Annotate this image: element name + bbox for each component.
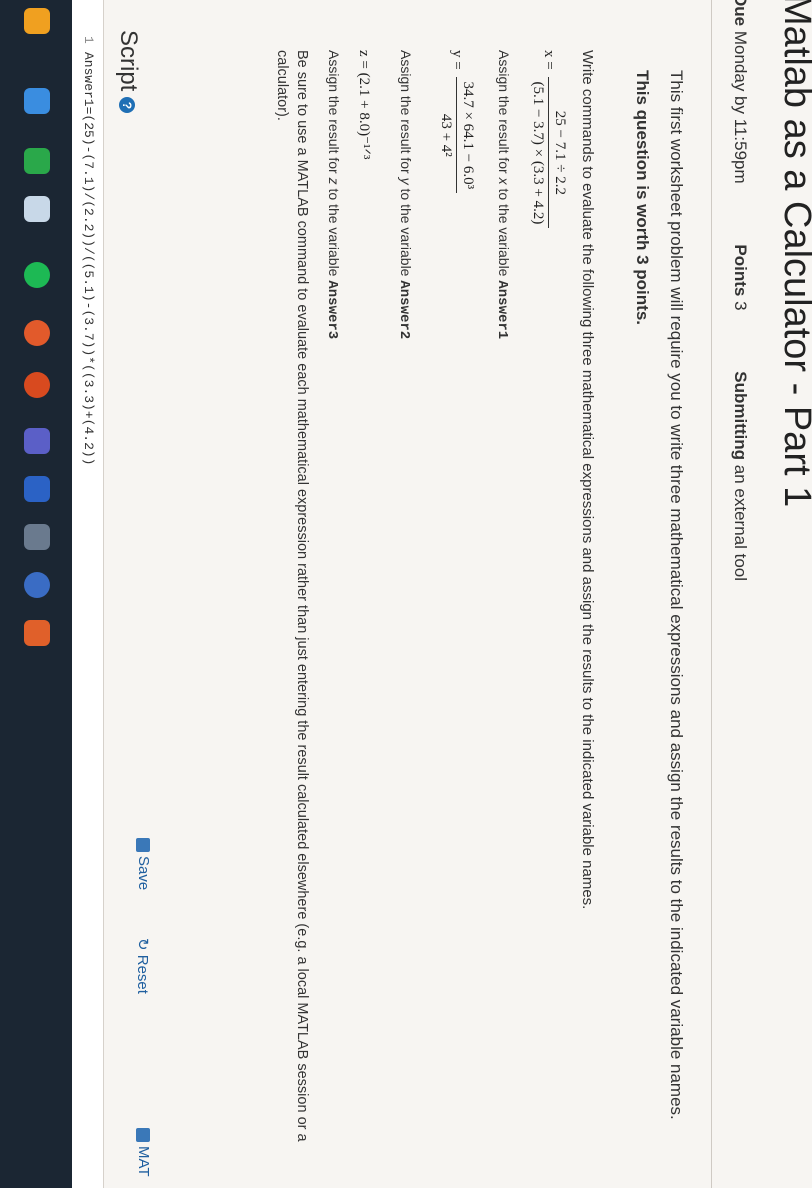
matlab-docs-label: MAT bbox=[135, 1146, 152, 1177]
assign-y-prefix: Assign the result for bbox=[398, 50, 414, 174]
due-info: Due Monday by 11:59pm bbox=[731, 0, 750, 212]
word-icon[interactable] bbox=[24, 476, 50, 502]
code-editor[interactable]: 1 Answer1=(25)-(7.1)/(2.2))/((5.1)-(3.7)… bbox=[71, 0, 104, 1188]
app-icon[interactable] bbox=[24, 620, 50, 646]
expression-x-fraction: 25 − 7.1 ÷ 2.2 (5.1 − 3.7) × (3.3 + 4.2) bbox=[529, 77, 568, 229]
intro-text: This first worksheet problem will requir… bbox=[667, 70, 686, 1120]
points-worth-text: This question is worth 3 points. bbox=[633, 70, 652, 326]
assign-x-target: Answer1 bbox=[494, 280, 510, 340]
expression-y-fraction: 34.7 × 64.1 − 6.0³ 43 + 4² bbox=[437, 77, 476, 194]
matlab-icon bbox=[135, 1128, 150, 1142]
chat-icon[interactable] bbox=[24, 148, 50, 174]
assignment-meta: Due Monday by 11:59pm Points 3 Submittin… bbox=[730, 0, 750, 637]
assign-z-var: z bbox=[326, 177, 342, 185]
expression-y: y = 34.7 × 64.1 − 6.0³ 43 + 4² bbox=[437, 50, 476, 194]
submitting-label: Submitting bbox=[731, 371, 750, 461]
save-button[interactable]: Save bbox=[135, 838, 152, 890]
due-label: Due bbox=[731, 0, 750, 27]
matlab-docs-button[interactable]: MAT bbox=[135, 1128, 152, 1177]
expression-x: x = 25 − 7.1 ÷ 2.2 (5.1 − 3.7) × (3.3 + … bbox=[529, 50, 568, 229]
assign-y-text: Assign the result for y to the variable … bbox=[396, 50, 414, 339]
points-info: Points 3 bbox=[731, 244, 750, 338]
app-icon[interactable] bbox=[24, 88, 50, 114]
divider bbox=[711, 0, 712, 1188]
assign-x-mid: to the variable bbox=[496, 188, 512, 277]
code-line[interactable]: Answer1=(25)-(7.1)/(2.2))/((5.1)-(3.7))*… bbox=[81, 52, 96, 465]
settings-icon[interactable] bbox=[24, 372, 50, 398]
save-label: Save bbox=[135, 856, 152, 891]
reset-icon: ↻ bbox=[134, 938, 151, 955]
assignment-page: Matlab as a Calculator - Part 1 Due Mond… bbox=[0, 0, 812, 1188]
assign-x-text: Assign the result for x to the variable … bbox=[494, 50, 512, 339]
expression-z: z = (2.1 + 8.0)⁻¹ᐟ³ bbox=[356, 50, 372, 160]
instructions-text: Write commands to evaluate the following… bbox=[579, 50, 596, 910]
submitting-value: an external tool bbox=[731, 464, 750, 582]
assign-y-mid: to the variable bbox=[398, 188, 414, 277]
submitting-info: Submitting an external tool bbox=[731, 371, 750, 609]
taskbar bbox=[0, 0, 72, 1188]
script-label: Script bbox=[115, 30, 142, 92]
assign-x-var: x bbox=[496, 177, 512, 185]
note-text: Be sure to use a MATLAB command to evalu… bbox=[274, 50, 310, 1142]
assign-z-mid: to the variable bbox=[326, 188, 342, 277]
points-label: Points bbox=[731, 244, 750, 297]
expression-y-lhs: y = bbox=[449, 50, 466, 70]
spotify-icon[interactable] bbox=[24, 262, 50, 288]
line-number: 1 bbox=[81, 36, 96, 44]
due-value: Monday by 11:59pm bbox=[731, 30, 750, 184]
reset-label: Reset bbox=[134, 954, 151, 994]
expression-x-denominator: (5.1 − 3.7) × (3.3 + 4.2) bbox=[530, 81, 546, 225]
chrome-icon[interactable] bbox=[24, 320, 50, 346]
script-heading: Script? bbox=[114, 30, 142, 114]
expression-y-numerator: 34.7 × 64.1 − 6.0³ bbox=[456, 77, 476, 194]
expression-y-denominator: 43 + 4² bbox=[438, 113, 454, 157]
assign-y-target: Answer2 bbox=[396, 280, 412, 340]
store-icon[interactable] bbox=[24, 572, 50, 598]
teams-icon[interactable] bbox=[24, 428, 50, 454]
screen: Matlab as a Calculator - Part 1 Due Mond… bbox=[0, 0, 812, 1188]
file-icon[interactable] bbox=[24, 8, 50, 34]
browser-icon[interactable] bbox=[24, 196, 50, 222]
assign-x-prefix: Assign the result for bbox=[496, 50, 512, 174]
assign-z-prefix: Assign the result for bbox=[326, 50, 342, 174]
assign-z-text: Assign the result for z to the variable … bbox=[324, 50, 342, 339]
points-value: 3 bbox=[731, 301, 750, 311]
reset-button[interactable]: ↻ Reset bbox=[134, 938, 152, 994]
help-icon[interactable]: ? bbox=[119, 97, 136, 114]
expression-x-numerator: 25 − 7.1 ÷ 2.2 bbox=[548, 77, 568, 229]
page-title: Matlab as a Calculator - Part 1 bbox=[776, 0, 812, 507]
assign-z-target: Answer3 bbox=[324, 280, 340, 340]
assign-y-var: y bbox=[398, 177, 414, 185]
calculator-icon[interactable] bbox=[24, 524, 50, 550]
expression-x-lhs: x = bbox=[541, 50, 558, 70]
save-icon bbox=[135, 838, 150, 852]
